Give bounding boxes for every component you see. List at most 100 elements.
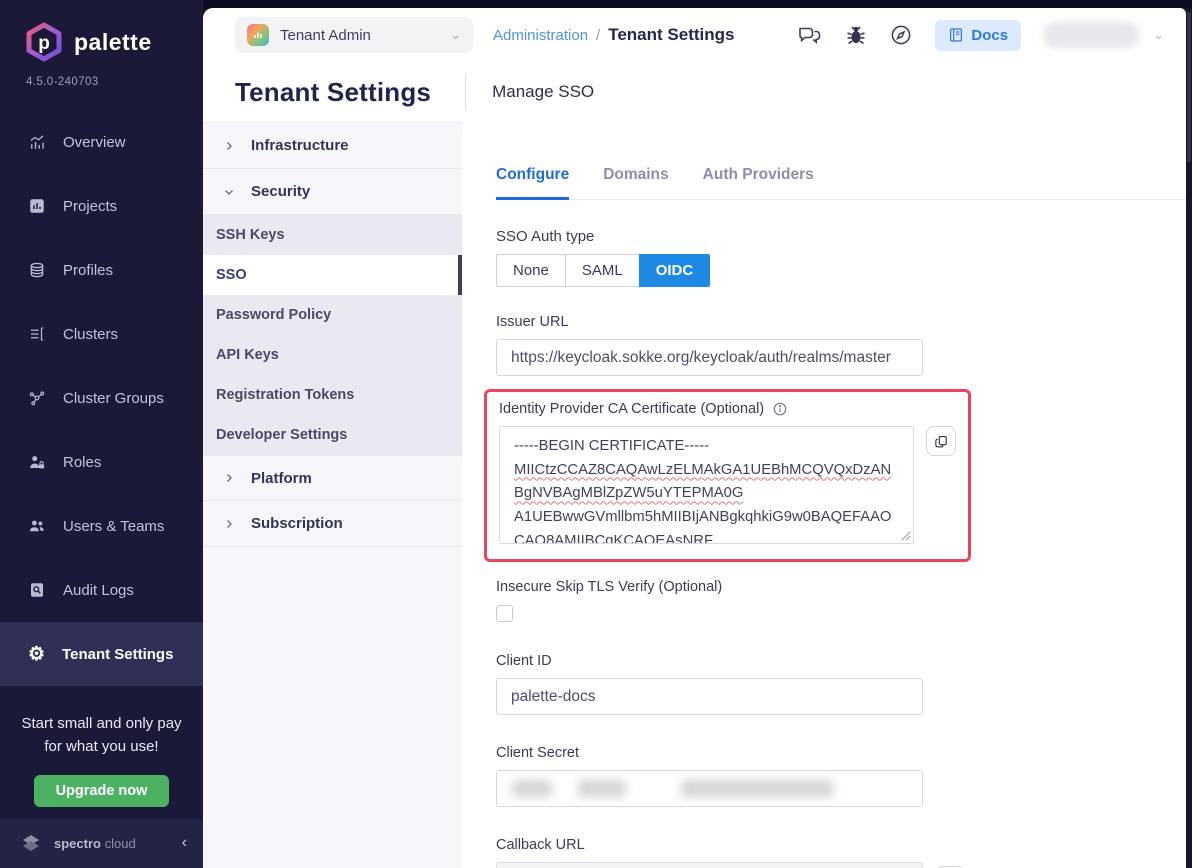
breadcrumb-parent-link[interactable]: Administration [493,27,588,44]
sidebar: p palette 4.5.0-240703 Overview Projects… [0,0,203,868]
scope-selector[interactable]: Tenant Admin ⌄ [235,17,473,53]
sidebar-item-cluster-groups[interactable]: Cluster Groups [0,366,203,430]
callback-url-input [496,862,923,868]
settings-nav-item-registration-tokens[interactable]: Registration Tokens [203,375,462,415]
security-items: SSH Keys SSO Password Policy API Keys Re… [203,215,462,455]
issuer-url-input[interactable] [496,339,923,376]
server-list-icon [28,325,46,343]
chevron-down-icon[interactable]: ⌄ [1153,27,1164,43]
callback-url-label: Callback URL [496,837,1186,853]
sidebar-item-label: Users & Teams [63,518,164,535]
section-label: Security [251,183,310,200]
collapse-sidebar-icon[interactable]: ‹ [182,834,187,852]
gear-icon: ⚙ [28,645,45,664]
topbar: Tenant Admin ⌄ Administration / Tenant S… [203,8,1186,62]
section-subscription[interactable]: Subscription [203,501,462,547]
auth-type-oidc-button[interactable]: OIDC [639,254,711,287]
sidebar-item-projects[interactable]: Projects [0,174,203,238]
sidebar-item-label: Overview [63,134,126,151]
section-platform[interactable]: Platform [203,455,462,501]
auth-type-none-button[interactable]: None [496,254,566,287]
user-menu[interactable] [1043,22,1139,48]
client-id-label: Client ID [496,653,1186,669]
bug-report-icon[interactable] [845,23,867,47]
spectro-cloud-logo-icon [16,828,46,858]
sidebar-item-label: Profiles [63,262,113,279]
scrollbar[interactable] [1186,8,1192,868]
insecure-skip-tls-label: Insecure Skip TLS Verify (Optional) [496,579,1186,595]
sidebar-item-audit-logs[interactable]: Audit Logs [0,558,203,622]
blurred-secret-segment [512,780,552,797]
sidebar-item-roles[interactable]: Roles [0,430,203,494]
settings-nav-item-sso[interactable]: SSO [203,255,462,295]
info-icon[interactable] [772,401,788,417]
auth-type-saml-button[interactable]: SAML [565,254,640,287]
chevron-right-icon [223,140,235,152]
audit-doc-icon [28,581,46,599]
network-nodes-icon [28,389,46,407]
settings-nav-item-developer-settings[interactable]: Developer Settings [203,415,462,455]
blurred-secret-segment [681,780,833,797]
tenant-admin-icon [247,24,269,46]
page-header: Tenant Settings Manage SSO [203,62,1186,122]
section-infrastructure[interactable]: Infrastructure [203,123,462,169]
tab-auth-providers[interactable]: Auth Providers [703,166,814,199]
breadcrumb-separator: / [596,27,600,44]
sidebar-item-profiles[interactable]: Profiles [0,238,203,302]
sidebar-item-overview[interactable]: Overview [0,110,203,174]
client-id-input[interactable] [496,678,923,715]
chevron-down-icon [223,186,235,198]
tab-domains[interactable]: Domains [603,166,668,199]
sidebar-nav: Overview Projects Profiles Clusters Clus… [0,110,203,686]
blurred-secret-segment [578,780,626,797]
chevron-right-icon [223,518,235,530]
scrollbar-thumb[interactable] [1187,12,1191,162]
settings-nav-item-api-keys[interactable]: API Keys [203,335,462,375]
scope-label: Tenant Admin [280,27,371,44]
promo-text: Start small and only pay for what you us… [12,712,191,759]
main-panel: Tenant Admin ⌄ Administration / Tenant S… [203,8,1186,868]
compass-icon[interactable] [889,23,913,47]
copy-icon [934,434,949,449]
sidebar-item-users-teams[interactable]: Users & Teams [0,494,203,558]
bar-chart-icon [28,197,46,215]
breadcrumb: Administration / Tenant Settings [493,25,734,45]
sidebar-item-label: Cluster Groups [63,390,164,407]
insecure-skip-tls-checkbox[interactable] [496,605,513,622]
upgrade-now-button[interactable]: Upgrade now [34,775,170,807]
settings-nav-item-ssh-keys[interactable]: SSH Keys [203,215,462,255]
sidebar-item-tenant-settings[interactable]: ⚙ Tenant Settings [0,622,203,686]
ca-certificate-label: Identity Provider CA Certificate (Option… [499,401,956,417]
section-label: Subscription [251,515,343,532]
book-icon [948,27,964,43]
settings-nav-item-password-policy[interactable]: Password Policy [203,295,462,335]
sidebar-item-label: Roles [63,454,101,471]
resize-handle-icon[interactable] [901,531,911,541]
ca-certificate-textarea[interactable]: -----BEGIN CERTIFICATE----- MIICtzCCAZ8C… [499,426,914,544]
sso-configure-panel: Configure Domains Auth Providers SSO Aut… [462,122,1186,868]
topbar-actions: Docs ⌄ [797,20,1164,51]
copy-certificate-button[interactable] [926,426,956,456]
page-title: Tenant Settings [235,77,431,108]
sidebar-item-clusters[interactable]: Clusters [0,302,203,366]
chevron-down-icon: ⌄ [450,27,461,43]
tab-configure[interactable]: Configure [496,166,569,200]
sidebar-item-label: Tenant Settings [62,646,173,663]
sidebar-footer: spectro cloud ‹ [0,818,203,868]
section-security[interactable]: Security [203,169,462,215]
tab-bar: Configure Domains Auth Providers [496,166,1186,200]
feedback-chat-icon[interactable] [797,23,823,47]
spectro-cloud-wordmark: spectro cloud [54,836,136,851]
sidebar-item-label: Audit Logs [63,582,134,599]
section-label: Platform [251,470,312,487]
logo-text: palette [74,29,152,56]
page-subtitle: Manage SSO [492,82,594,102]
users-icon [28,517,46,535]
divider [465,74,466,110]
palette-logo: p palette [0,0,203,62]
sso-auth-type-segmented: None SAML OIDC [496,254,710,287]
docs-button[interactable]: Docs [935,20,1021,51]
sso-auth-type-label: SSO Auth type [496,228,1186,245]
user-lock-icon [28,453,46,471]
sidebar-item-label: Clusters [63,326,118,343]
